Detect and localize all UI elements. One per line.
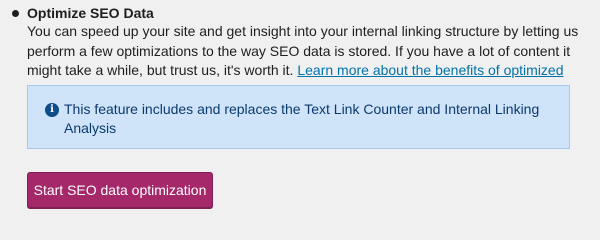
- notice-text: This feature includes and replaces the T…: [64, 101, 540, 136]
- start-seo-optimization-button[interactable]: Start SEO data optimization: [27, 172, 213, 208]
- info-notice: i This feature includes and replaces the…: [27, 85, 570, 149]
- bullet-icon: [12, 10, 19, 17]
- info-icon: i: [45, 103, 59, 117]
- section-title: Optimize SEO Data: [27, 5, 154, 21]
